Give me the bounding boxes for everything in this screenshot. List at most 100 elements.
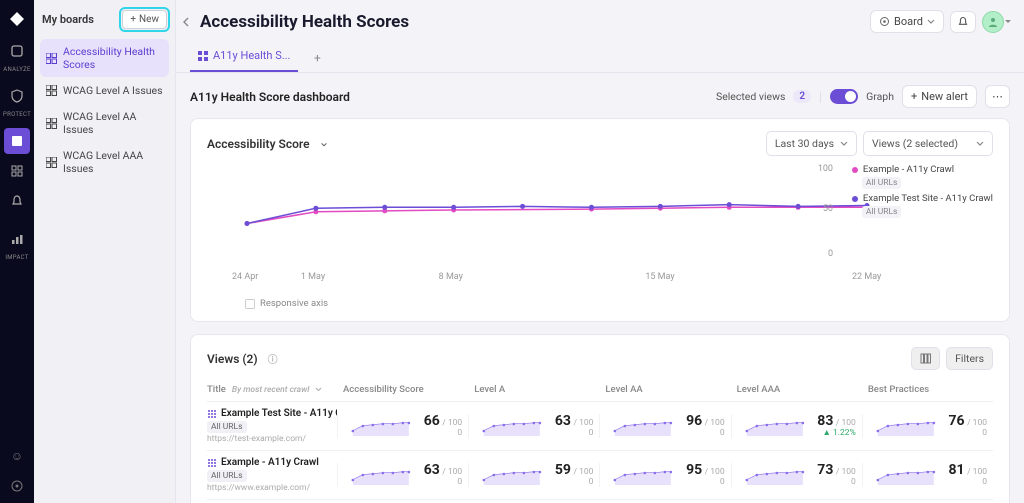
more-menu-button[interactable]: ⋯ [985, 85, 1010, 108]
filters-button[interactable]: Filters [946, 347, 993, 370]
responsive-axis-label: Responsive axis [260, 298, 328, 309]
notifications-button[interactable] [950, 11, 976, 33]
metric-cell: 63 / 1000 [337, 463, 468, 488]
selected-views-count: 2 [793, 90, 811, 103]
views-select[interactable]: Views (2 selected) [863, 131, 993, 156]
x-tick: 22 May [852, 272, 881, 282]
board-icon [46, 118, 57, 129]
user-menu[interactable] [982, 11, 1010, 33]
date-range-select[interactable]: Last 30 days [766, 131, 857, 156]
columns-button[interactable] [911, 347, 940, 370]
graph-toggle[interactable] [830, 89, 858, 104]
sidebar-item-board[interactable]: WCAG Level A Issues [40, 78, 169, 103]
board-icon [46, 157, 57, 168]
board-label: Accessibility Health Scores [63, 45, 163, 71]
page-title: Accessibility Health Scores [200, 12, 409, 32]
chart-title: Accessibility Score [207, 137, 310, 151]
avatar [982, 11, 1004, 33]
views-title: Views (2) [207, 352, 258, 366]
col-level-a[interactable]: Level A [468, 384, 599, 395]
chevron-down-icon [976, 140, 984, 148]
sidebar-item-board[interactable]: WCAG Level AA Issues [40, 104, 169, 142]
sparkline [344, 416, 418, 436]
col-title[interactable]: Title [207, 384, 226, 395]
board-view-button[interactable]: Board [870, 10, 944, 33]
board-icon [46, 85, 57, 96]
metric-cell: 59 / 1000 [468, 463, 599, 488]
sparkline [475, 465, 549, 485]
collapse-sidebar-icon[interactable] [180, 15, 194, 29]
tab-health-score[interactable]: A11y Health S... [190, 43, 298, 72]
nav-help[interactable]: ☺ [8, 447, 26, 465]
nav-label-protect: PROTECT [3, 111, 31, 118]
info-icon[interactable]: ⓘ [268, 351, 278, 366]
metric-cell: 83 / 100▲ 1.22% [731, 414, 862, 439]
nav-protect[interactable] [4, 83, 30, 109]
metric-cell: 66 / 1000 [337, 414, 468, 439]
legend-sub: All URLs [862, 177, 902, 189]
sort-label[interactable]: By most recent crawl [232, 385, 309, 395]
col-level-aa[interactable]: Level AA [599, 384, 730, 395]
col-access[interactable]: Accessibility Score [337, 384, 468, 395]
drag-icon[interactable] [207, 409, 217, 419]
metric-cell: 81 / 1000 [862, 463, 993, 488]
sparkline [869, 416, 943, 436]
board-icon [46, 53, 57, 64]
chevron-down-icon[interactable] [320, 140, 328, 148]
col-best-practices[interactable]: Best Practices [862, 384, 993, 395]
x-tick: 24 Apr [232, 272, 258, 282]
responsive-axis-checkbox[interactable] [245, 299, 255, 309]
line-chart: 100 50 0 24 Apr1 May8 May15 May22 May Ex… [207, 164, 993, 294]
plus-icon: + [911, 90, 917, 103]
sidebar-item-board[interactable]: Accessibility Health Scores [40, 39, 169, 77]
drag-icon[interactable] [207, 458, 217, 468]
sidebar-item-board[interactable]: WCAG Level AAA Issues [40, 143, 169, 181]
boards-sidebar: My boards + New Accessibility Health Sco… [34, 0, 176, 503]
metric-cell: 76 / 1000 [862, 414, 993, 439]
y-tick-50: 50 [823, 204, 833, 214]
chart-legend: Example - A11y Crawl All URLs Example Test… [852, 164, 993, 222]
x-tick: 8 May [439, 272, 463, 282]
graph-label: Graph [866, 90, 894, 103]
metric-cell: 95 / 1000 [599, 463, 730, 488]
chart-card: Accessibility Score Last 30 days Views (… [190, 118, 1010, 322]
app-logo [8, 10, 26, 28]
chevron-down-icon[interactable] [315, 386, 323, 394]
nav-grid[interactable] [4, 158, 30, 184]
legend-item[interactable]: Example - A11y Crawl [852, 164, 993, 175]
board-label: WCAG Level A Issues [63, 84, 163, 97]
chevron-down-icon [840, 140, 848, 148]
views-table: Title By most recent crawl Accessibility… [207, 378, 993, 500]
nav-settings[interactable] [8, 477, 26, 495]
sparkline [738, 465, 812, 485]
legend-item[interactable]: Example Test Site - A11y Crawl [852, 193, 993, 204]
nav-alerts[interactable] [4, 188, 30, 214]
plus-icon: + [130, 14, 136, 25]
gear-icon [879, 16, 890, 27]
main-content: Accessibility Health Scores Board A11y H… [176, 0, 1024, 503]
table-row[interactable]: Example Test Site - A11y Cr...All URLsht… [207, 402, 993, 451]
add-tab-button[interactable]: + [306, 47, 328, 69]
new-board-button[interactable]: + New [122, 10, 167, 29]
table-row[interactable]: Example - A11y CrawlAll URLshttps://www.… [207, 451, 993, 500]
left-nav-rail: ANALYZE PROTECT IMPACT ☺ [0, 0, 34, 503]
y-tick-0: 0 [828, 249, 833, 259]
sparkline [606, 416, 680, 436]
legend-sub: All URLs [862, 206, 902, 218]
nav-analyze[interactable] [4, 38, 30, 64]
metric-cell: 96 / 1000 [599, 414, 730, 439]
nav-boards[interactable] [4, 128, 30, 154]
selected-views-label: Selected views [716, 90, 785, 103]
views-card: Views (2) ⓘ Filters Title By most recent… [190, 334, 1010, 503]
sparkline [606, 465, 680, 485]
col-level-aaa[interactable]: Level AAA [731, 384, 862, 395]
metric-cell: 63 / 1000 [468, 414, 599, 439]
nav-label-analyze: ANALYZE [3, 66, 30, 73]
nav-impact[interactable] [4, 226, 30, 252]
board-label: WCAG Level AAA Issues [63, 149, 163, 175]
sparkline [738, 416, 812, 436]
metric-cell: 73 / 1000 [731, 463, 862, 488]
sidebar-title: My boards [42, 13, 94, 26]
y-tick-100: 100 [818, 164, 833, 174]
new-alert-button[interactable]: +New alert [902, 85, 977, 108]
